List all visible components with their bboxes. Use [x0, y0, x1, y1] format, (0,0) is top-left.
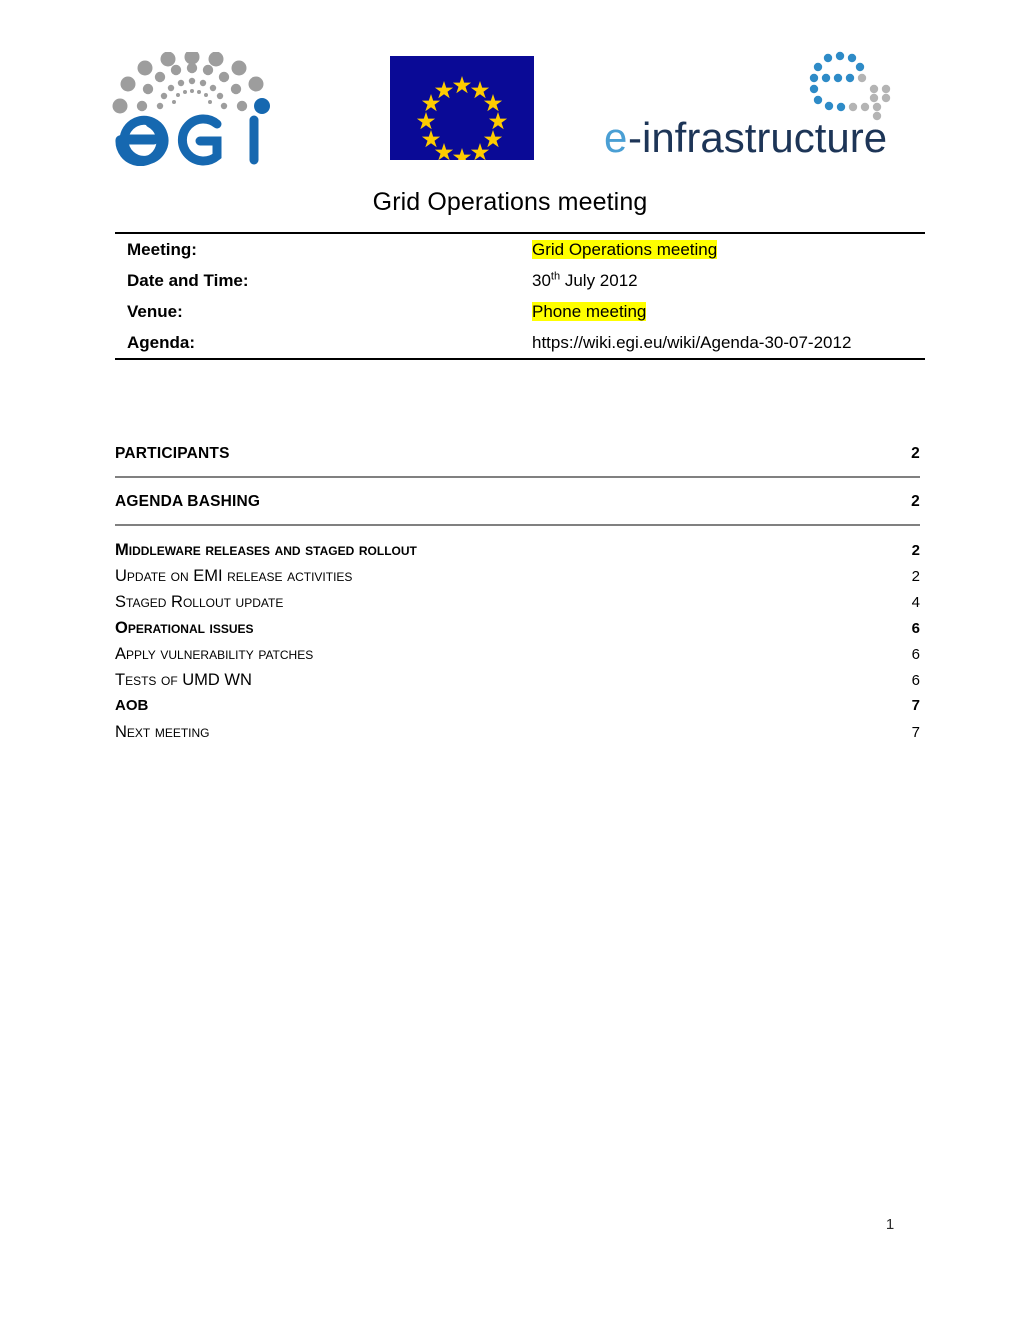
info-value-venue: Phone meeting [532, 296, 925, 327]
toc-page-number: 2 [911, 568, 920, 585]
toc-page-number: 2 [911, 542, 920, 559]
toc-label: AOB [115, 697, 149, 714]
info-label-venue: Venue: [127, 302, 183, 321]
toc-page-number: 7 [911, 724, 920, 741]
toc-label: Operational issues [115, 619, 254, 637]
toc-page-number: 6 [911, 672, 920, 689]
eu-flag-icon [390, 56, 534, 160]
toc-label: Apply vulnerability patches [115, 645, 314, 663]
toc-page-number: 6 [911, 620, 920, 637]
table-row: Meeting: Grid Operations meeting [115, 234, 925, 265]
egi-logo [112, 52, 272, 166]
egi-wordmark-icon [115, 114, 259, 166]
meeting-info-table: Meeting: Grid Operations meeting Date an… [115, 232, 925, 360]
toc-entry-middleware-releases-and-staged-rollout[interactable]: Middleware releases and staged rollout 2 [115, 541, 920, 567]
toc-entry-apply-vulnerability-patches[interactable]: Apply vulnerability patches 6 [115, 645, 920, 671]
info-value-date-and-time: 30th July 2012 [532, 265, 925, 296]
toc-label: PARTICIPANTS [115, 445, 230, 462]
toc-entry-tests-of-umd-wn[interactable]: Tests of UMD WN 6 [115, 671, 920, 697]
page-number-footer: 1 [885, 1216, 895, 1233]
svg-text:e: e [604, 114, 627, 161]
highlighted-value: Grid Operations meeting [532, 240, 718, 259]
toc-entry-participants[interactable]: PARTICIPANTS 2 [115, 445, 920, 478]
toc-label: Next meeting [115, 723, 210, 741]
toc-label: Staged Rollout update [115, 593, 284, 611]
toc-page-number: 6 [911, 646, 920, 663]
table-row: Agenda: https://wiki.egi.eu/wiki/Agenda-… [115, 327, 925, 358]
e-infrastructure-logo: e -infrastructure [600, 50, 900, 170]
toc-page-number: 2 [911, 493, 920, 510]
toc-label: Tests of UMD WN [115, 671, 252, 689]
info-label-agenda: Agenda: [127, 333, 195, 352]
highlighted-value: Phone meeting [532, 302, 647, 321]
info-label-date-and-time: Date and Time: [127, 271, 249, 290]
toc-label: AGENDA BASHING [115, 493, 261, 510]
toc-entry-update-on-emi-release-activities[interactable]: Update on EMI release activities 2 [115, 567, 920, 593]
toc-page-number: 2 [911, 445, 920, 462]
toc-entry-next-meeting[interactable]: Next meeting 7 [115, 723, 920, 749]
header-logo-band: e -infrastructure [0, 0, 1020, 180]
toc-entry-agenda-bashing[interactable]: AGENDA BASHING 2 [115, 493, 920, 526]
toc-entry-aob[interactable]: AOB 7 [115, 697, 920, 723]
table-row: Venue: Phone meeting [115, 296, 925, 327]
e-infrastructure-wordmark: e -infrastructure [600, 112, 900, 168]
toc-label: Update on EMI release activities [115, 567, 353, 585]
svg-text:-infrastructure: -infrastructure [628, 114, 887, 161]
toc-entry-staged-rollout-update[interactable]: Staged Rollout update 4 [115, 593, 920, 619]
toc-page-number: 7 [911, 697, 920, 714]
toc-label: Middleware releases and staged rollout [115, 541, 417, 559]
table-of-contents: PARTICIPANTS 2 AGENDA BASHING 2 Middlewa… [115, 445, 920, 749]
table-row: Date and Time: 30th July 2012 [115, 265, 925, 296]
date-day: 30 [532, 271, 551, 290]
info-value-meeting: Grid Operations meeting [532, 234, 925, 265]
date-rest: July 2012 [560, 271, 638, 290]
info-value-agenda[interactable]: https://wiki.egi.eu/wiki/Agenda-30-07-20… [532, 327, 925, 358]
page-title: Grid Operations meeting [372, 188, 648, 216]
toc-page-number: 4 [911, 594, 920, 611]
toc-entry-operational-issues[interactable]: Operational issues 6 [115, 619, 920, 645]
date-ordinal-suffix: th [550, 270, 561, 283]
egi-dot-arc-icon [112, 52, 270, 114]
info-label-meeting: Meeting: [127, 240, 197, 259]
